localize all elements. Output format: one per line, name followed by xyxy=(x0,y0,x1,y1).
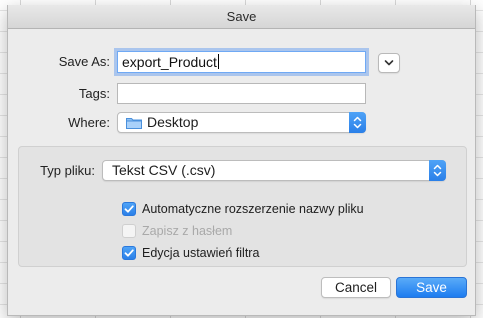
dialog-title: Save xyxy=(8,5,475,29)
up-down-stepper-icon xyxy=(433,164,442,177)
edit-filter-settings-checkbox[interactable] xyxy=(122,246,136,260)
save-as-label: Save As: xyxy=(58,54,110,69)
edit-filter-settings-label: Edycja ustawień filtra xyxy=(142,246,260,260)
tags-label: Tags: xyxy=(78,86,110,101)
tags-field[interactable] xyxy=(117,83,366,104)
where-stepper xyxy=(349,112,366,133)
where-label: Where: xyxy=(68,115,110,130)
auto-extension-label: Automatyczne rozszerzenie nazwy pliku xyxy=(142,202,364,216)
save-dialog: Save Save As: export_Product Tags: Where… xyxy=(7,5,476,316)
save-with-password-checkbox xyxy=(122,224,136,238)
auto-extension-checkbox[interactable] xyxy=(122,202,136,216)
file-type-label: Typ pliku: xyxy=(40,163,95,178)
save-as-field[interactable]: export_Product xyxy=(117,51,366,73)
save-with-password-label: Zapisz z hasłem xyxy=(142,224,233,238)
save-button[interactable]: Save xyxy=(396,277,467,298)
where-popup[interactable]: Desktop xyxy=(117,112,366,133)
file-type-stepper xyxy=(429,160,446,181)
checkmark-icon xyxy=(124,205,134,213)
save-as-value: export_Product xyxy=(122,54,217,70)
folder-icon xyxy=(126,118,142,129)
text-caret xyxy=(217,54,219,69)
up-down-stepper-icon xyxy=(353,116,362,129)
where-value: Desktop xyxy=(147,114,199,130)
chevron-down-icon xyxy=(384,60,394,66)
checkmark-icon xyxy=(124,249,134,257)
cancel-button[interactable]: Cancel xyxy=(321,277,391,298)
file-type-value: Tekst CSV (.csv) xyxy=(112,162,216,178)
options-panel: Typ pliku: Tekst CSV (.csv) Automatyczne… xyxy=(18,146,467,267)
file-type-popup[interactable]: Tekst CSV (.csv) xyxy=(102,160,446,181)
expand-dialog-button[interactable] xyxy=(378,53,400,73)
